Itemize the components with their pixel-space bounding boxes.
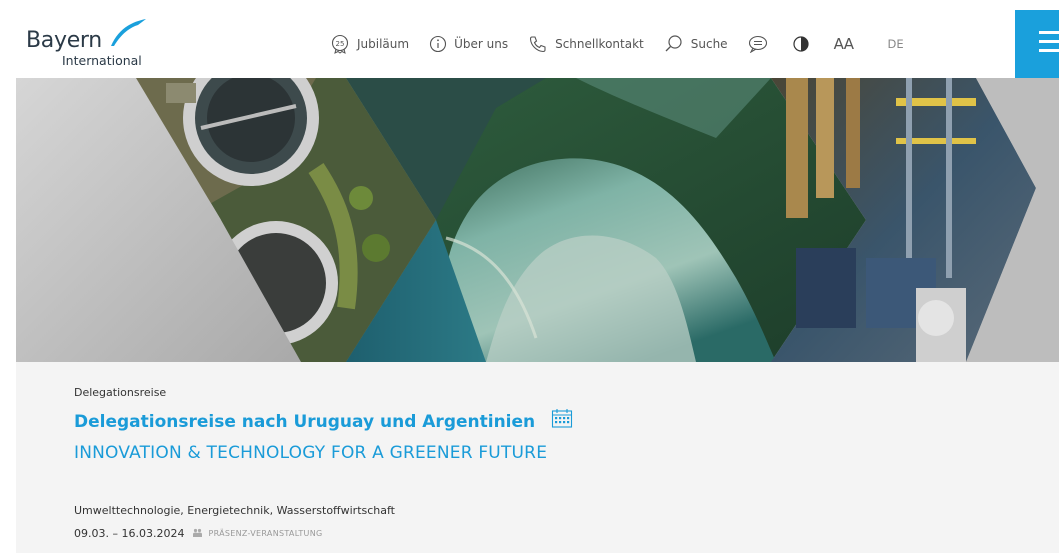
hero-image	[16, 78, 1059, 362]
hamburger-icon-bar	[1039, 49, 1059, 52]
contrast-toggle[interactable]	[792, 35, 810, 53]
event-subtitle: INNOVATION & TECHNOLOGY FOR A GREENER FU…	[74, 443, 548, 463]
logo-main-text: Bayern	[26, 28, 102, 53]
nav-contact[interactable]: Schnellkontakt	[528, 34, 644, 54]
nav-search[interactable]: Suche	[664, 34, 728, 54]
header-nav: 25 Jubiläum Über uns Schnellkontakt Such…	[330, 32, 904, 56]
calendar-icon[interactable]	[551, 408, 573, 428]
font-size-toggle[interactable]: AA	[834, 35, 854, 53]
event-kicker: Delegationsreise	[74, 386, 167, 399]
site-header: Bayern International 25 Jubiläum Über un…	[0, 0, 1059, 78]
svg-text:25: 25	[336, 40, 345, 48]
contrast-icon	[792, 36, 809, 52]
info-icon	[430, 35, 447, 53]
nav-jubilaeum[interactable]: 25 Jubiläum	[330, 34, 409, 54]
hamburger-icon-bar	[1039, 40, 1059, 43]
event-title[interactable]: Delegationsreise nach Uruguay und Argent…	[74, 412, 535, 432]
bayern-international-logo[interactable]: Bayern International	[26, 16, 166, 68]
event-meta: 09.03. – 16.03.2024 PRÄSENZ-VERANSTALTUN…	[74, 527, 323, 540]
language-switch[interactable]: DE	[888, 37, 904, 51]
nav-jubilaeum-label: Jubiläum	[357, 37, 410, 51]
chat-bubble-icon	[748, 35, 767, 53]
anniversary-badge-icon: 25	[331, 34, 349, 54]
event-date: 09.03. – 16.03.2024	[74, 527, 185, 540]
chat-button[interactable]	[748, 35, 768, 53]
event-type-label: PRÄSENZ-VERANSTALTUNG	[208, 529, 323, 538]
menu-button[interactable]	[1015, 10, 1059, 78]
logo-sub-text: International	[62, 53, 142, 68]
hero-collage	[16, 78, 1059, 362]
nav-search-label: Suche	[690, 37, 728, 51]
nav-about[interactable]: Über uns	[429, 35, 508, 53]
nav-contact-label: Schnellkontakt	[555, 37, 644, 51]
nav-about-label: Über uns	[454, 37, 509, 51]
hamburger-icon	[1039, 31, 1059, 34]
logo-swoosh-icon	[111, 19, 146, 46]
phone-icon	[530, 36, 546, 53]
people-icon	[193, 528, 203, 537]
search-icon	[665, 35, 682, 52]
event-topics: Umwelttechnologie, Energietechnik, Wasse…	[74, 504, 395, 517]
